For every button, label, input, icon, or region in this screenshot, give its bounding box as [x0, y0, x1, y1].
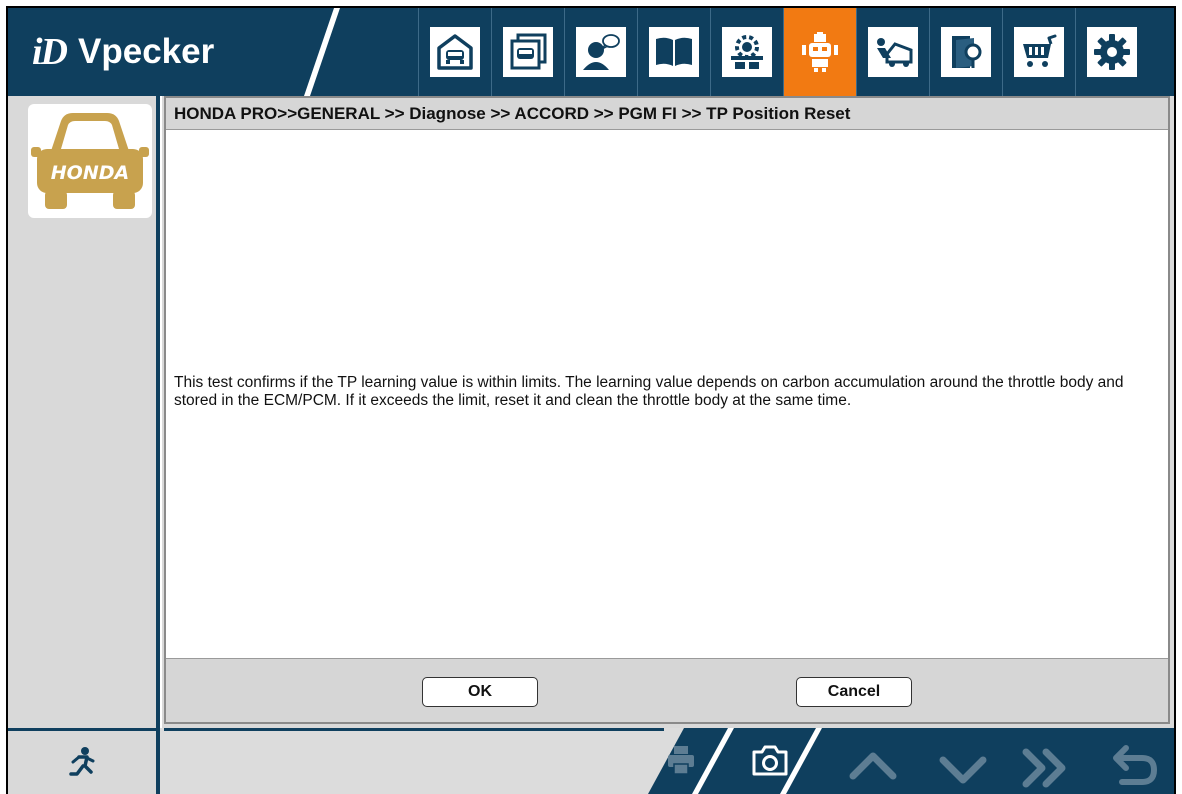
gear-icon: [1094, 34, 1130, 70]
main-toolbar: [418, 8, 1148, 96]
content-panel: HONDA PRO>>GENERAL >> Diagnose >> ACCORD…: [162, 96, 1174, 728]
honda-car-logo: HONDA: [31, 113, 149, 209]
left-sidebar: HONDA: [8, 96, 160, 728]
support-chat-icon: [583, 34, 620, 70]
back-arrow-icon[interactable]: [1113, 745, 1158, 785]
search-book-icon: [952, 36, 982, 68]
bottom-bar: [8, 728, 1174, 794]
app-logo: iD Vpecker: [32, 22, 214, 82]
breadcrumb: HONDA PRO>>GENERAL >> Diagnose >> ACCORD…: [166, 98, 1168, 130]
exit-button[interactable]: [8, 728, 160, 794]
toolbar-lookup-button[interactable]: [929, 8, 1002, 96]
logo-mark: iD: [32, 31, 68, 73]
toolbar-service-button[interactable]: [710, 8, 783, 96]
dialog-panel: HONDA PRO>>GENERAL >> Diagnose >> ACCORD…: [164, 96, 1170, 724]
toolbar-shop-button[interactable]: [1002, 8, 1075, 96]
brand-logo-card[interactable]: HONDA: [28, 104, 152, 218]
chevron-up-icon[interactable]: [849, 752, 897, 780]
car-repair-icon: [877, 38, 913, 67]
exit-run-icon: [69, 746, 95, 776]
shopping-cart-icon: [1023, 34, 1057, 67]
camera-icon[interactable]: [752, 745, 788, 776]
double-chevron-right-icon[interactable]: [1022, 748, 1066, 788]
toolbar-repair-button[interactable]: [856, 8, 929, 96]
toolbar-settings-button[interactable]: [1075, 8, 1148, 96]
footer-status-area: [164, 728, 664, 794]
garage-home-icon: [437, 34, 473, 70]
window-border-right: [1174, 6, 1176, 794]
settings-service-icon: [731, 35, 763, 69]
logo-divider: [304, 8, 340, 96]
chevron-down-icon[interactable]: [939, 756, 987, 784]
logo-name: Vpecker: [78, 32, 215, 71]
test-description: This test confirms if the TP learning va…: [174, 374, 1124, 409]
vehicle-list-icon: [510, 33, 547, 70]
dialog-button-bar: OK Cancel: [166, 658, 1168, 722]
cancel-button[interactable]: Cancel: [796, 677, 912, 707]
diagnosis-robot-icon: [802, 32, 838, 72]
print-icon[interactable]: [668, 746, 694, 775]
ok-button[interactable]: OK: [422, 677, 538, 707]
honda-brand-text: HONDA: [51, 162, 129, 184]
toolbar-vehicles-button[interactable]: [491, 8, 564, 96]
top-bar: iD Vpecker: [8, 8, 1174, 96]
app-window: iD Vpecker HONDA HONDA PRO>>GENERAL >> D…: [0, 0, 1182, 794]
toolbar-garage-button[interactable]: [418, 8, 491, 96]
manual-book-icon: [656, 37, 692, 66]
toolbar-support-button[interactable]: [564, 8, 637, 96]
toolbar-manual-button[interactable]: [637, 8, 710, 96]
toolbar-diagnosis-button[interactable]: [783, 8, 856, 96]
